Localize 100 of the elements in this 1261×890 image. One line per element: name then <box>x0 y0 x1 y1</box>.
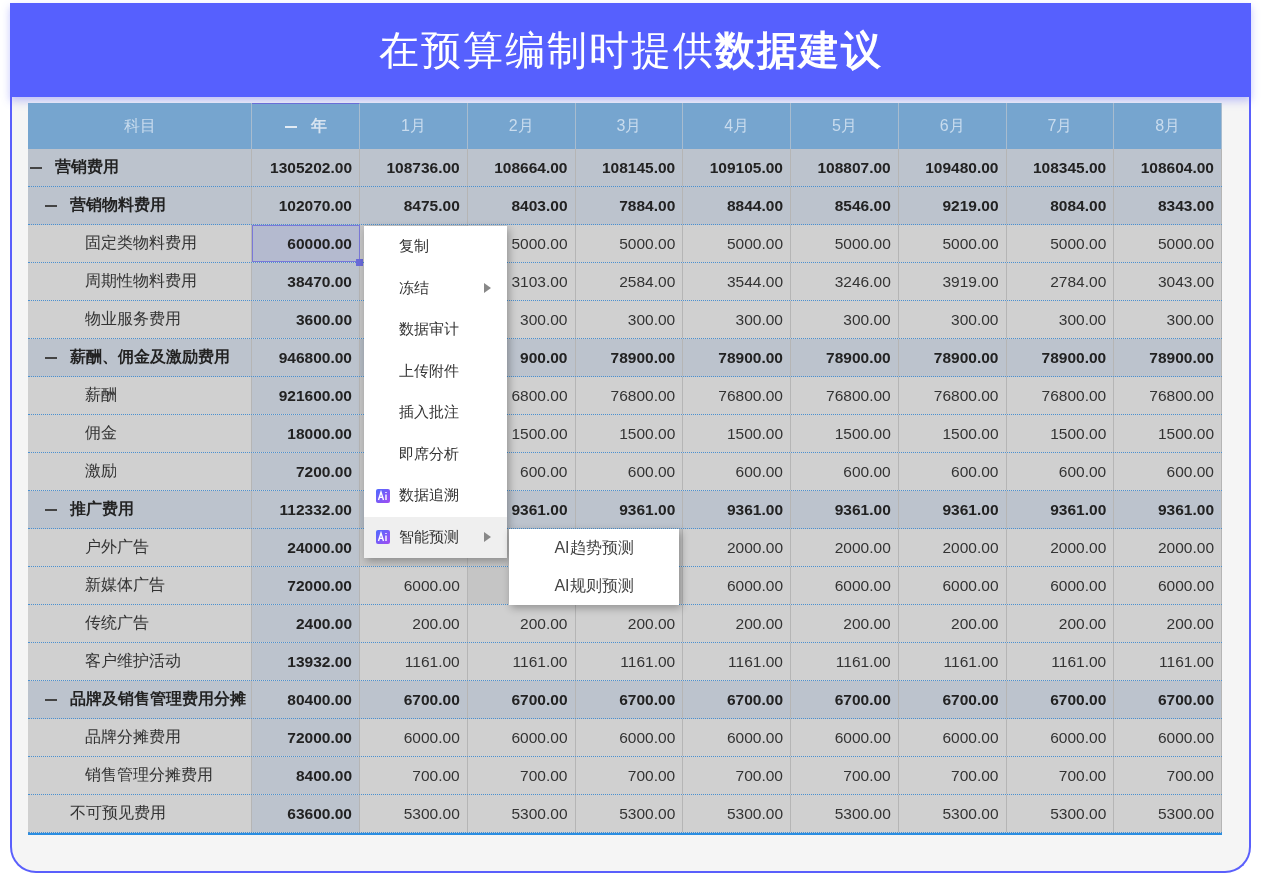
table-cell: 6000.00 <box>575 719 684 756</box>
table-cell: 5000.00 <box>791 225 899 262</box>
table-cell: 38470.00 <box>252 263 360 300</box>
table-cell: 300.00 <box>898 301 1007 338</box>
table-cell: 2584.00 <box>575 263 684 300</box>
table-cell: 700.00 <box>360 757 468 794</box>
table-cell: 6700.00 <box>360 681 468 718</box>
table-cell: 108807.00 <box>791 149 899 186</box>
table-cell: 700.00 <box>1114 757 1222 794</box>
row-label: 物业服务费用 <box>85 309 181 329</box>
table-cell: 1500.00 <box>575 415 684 452</box>
table-cell: 109105.00 <box>683 149 791 186</box>
table-cell: 6700.00 <box>575 681 684 718</box>
table-cell: 78900.00 <box>791 339 899 376</box>
table-cell: 1161.00 <box>467 643 576 680</box>
row-label: 品牌及销售管理费用分摊 <box>70 689 246 709</box>
table-cell: 5000.00 <box>1006 225 1115 262</box>
table-cell: 78900.00 <box>898 339 1007 376</box>
row-label: 新媒体广告 <box>85 575 165 595</box>
table-cell: 9361.00 <box>1114 491 1222 528</box>
table-cell: 76800.00 <box>683 377 791 414</box>
table-cell: 5300.00 <box>791 795 899 832</box>
table-cell: 600.00 <box>898 453 1007 490</box>
menu-item[interactable]: AI趋势预测 <box>509 529 679 567</box>
table-cell: 600.00 <box>1114 453 1222 490</box>
table-cell: 5300.00 <box>1006 795 1115 832</box>
table-cell: 600.00 <box>575 453 684 490</box>
table-cell: 76800.00 <box>1006 377 1115 414</box>
table-cell: 6000.00 <box>360 567 468 604</box>
table-cell: 9361.00 <box>791 491 899 528</box>
table-cell: 6000.00 <box>898 719 1007 756</box>
table-cell: 6000.00 <box>898 567 1007 604</box>
banner-title: 在预算编制时提供数据建议 <box>378 26 883 74</box>
table-cell: 2784.00 <box>1006 263 1115 300</box>
table-cell: 5300.00 <box>360 795 468 832</box>
row-label: 推广费用 <box>70 499 134 519</box>
table-cell: 1500.00 <box>683 415 791 452</box>
row-label: 佣金 <box>85 423 117 443</box>
table-cell: 76800.00 <box>575 377 684 414</box>
table-cell: 6000.00 <box>791 719 899 756</box>
table-cell: 8844.00 <box>683 187 791 224</box>
table-cell: 700.00 <box>1006 757 1115 794</box>
row-label: 客户维护活动 <box>85 651 181 671</box>
table-cell: 600.00 <box>1006 453 1115 490</box>
table-cell: 108604.00 <box>1114 149 1222 186</box>
table-cell: 108736.00 <box>360 149 468 186</box>
table-cell: 6700.00 <box>467 681 576 718</box>
table-cell: 600.00 <box>791 453 899 490</box>
table-cell: 8343.00 <box>1114 187 1222 224</box>
row-label: 激励 <box>85 461 117 481</box>
table-cell: 8400.00 <box>252 757 360 794</box>
table-cell: 8475.00 <box>360 187 468 224</box>
table-cell: 1161.00 <box>683 643 791 680</box>
table-cell: 5000.00 <box>575 225 684 262</box>
table-cell: 3246.00 <box>791 263 899 300</box>
menu-item[interactable]: AI规则预测 <box>509 567 679 605</box>
table-cell: 24000.00 <box>252 529 360 566</box>
table-cell: 13932.00 <box>252 643 360 680</box>
table-cell: 1161.00 <box>791 643 899 680</box>
table-cell: 5300.00 <box>575 795 684 832</box>
table-cell: 18000.00 <box>252 415 360 452</box>
table-cell: 8084.00 <box>1006 187 1115 224</box>
table-cell: 1500.00 <box>898 415 1007 452</box>
table-cell: 2000.00 <box>1006 529 1115 566</box>
table-cell: 8403.00 <box>467 187 576 224</box>
table-cell: 3043.00 <box>1114 263 1222 300</box>
table-cell: 76800.00 <box>1114 377 1222 414</box>
row-label: 周期性物料费用 <box>85 271 197 291</box>
table-cell: 9361.00 <box>683 491 791 528</box>
table-cell: 700.00 <box>467 757 576 794</box>
table-cell: 2000.00 <box>898 529 1007 566</box>
table-cell: 200.00 <box>791 605 899 642</box>
table-cell: 2000.00 <box>1114 529 1222 566</box>
table-cell: 200.00 <box>360 605 468 642</box>
table-cell: 8546.00 <box>791 187 899 224</box>
table-cell: 3544.00 <box>683 263 791 300</box>
table-cell: 2400.00 <box>252 605 360 642</box>
table-cell: 1161.00 <box>1114 643 1222 680</box>
table-cell: 700.00 <box>683 757 791 794</box>
table-cell: 700.00 <box>575 757 684 794</box>
table-cell: 76800.00 <box>898 377 1007 414</box>
table-cell: 108664.00 <box>467 149 576 186</box>
table-cell: 9361.00 <box>1006 491 1115 528</box>
table-cell: 78900.00 <box>683 339 791 376</box>
table-cell: 109480.00 <box>898 149 1007 186</box>
table-cell: 200.00 <box>683 605 791 642</box>
table-cell: 78900.00 <box>1006 339 1115 376</box>
table-cell: 1500.00 <box>1006 415 1115 452</box>
table-cell: 6000.00 <box>360 719 468 756</box>
table-cell: 300.00 <box>575 301 684 338</box>
menu-item[interactable]: 智能预测 <box>364 516 507 558</box>
table-cell: 700.00 <box>791 757 899 794</box>
table-cell: 300.00 <box>791 301 899 338</box>
table-cell: 7884.00 <box>575 187 684 224</box>
row-label: 固定类物料费用 <box>85 233 197 253</box>
table-cell: 3919.00 <box>898 263 1007 300</box>
table-cell: 5300.00 <box>1114 795 1222 832</box>
table-cell: 6700.00 <box>791 681 899 718</box>
row-label: 营销费用 <box>55 157 119 177</box>
table-cell: 108345.00 <box>1006 149 1115 186</box>
